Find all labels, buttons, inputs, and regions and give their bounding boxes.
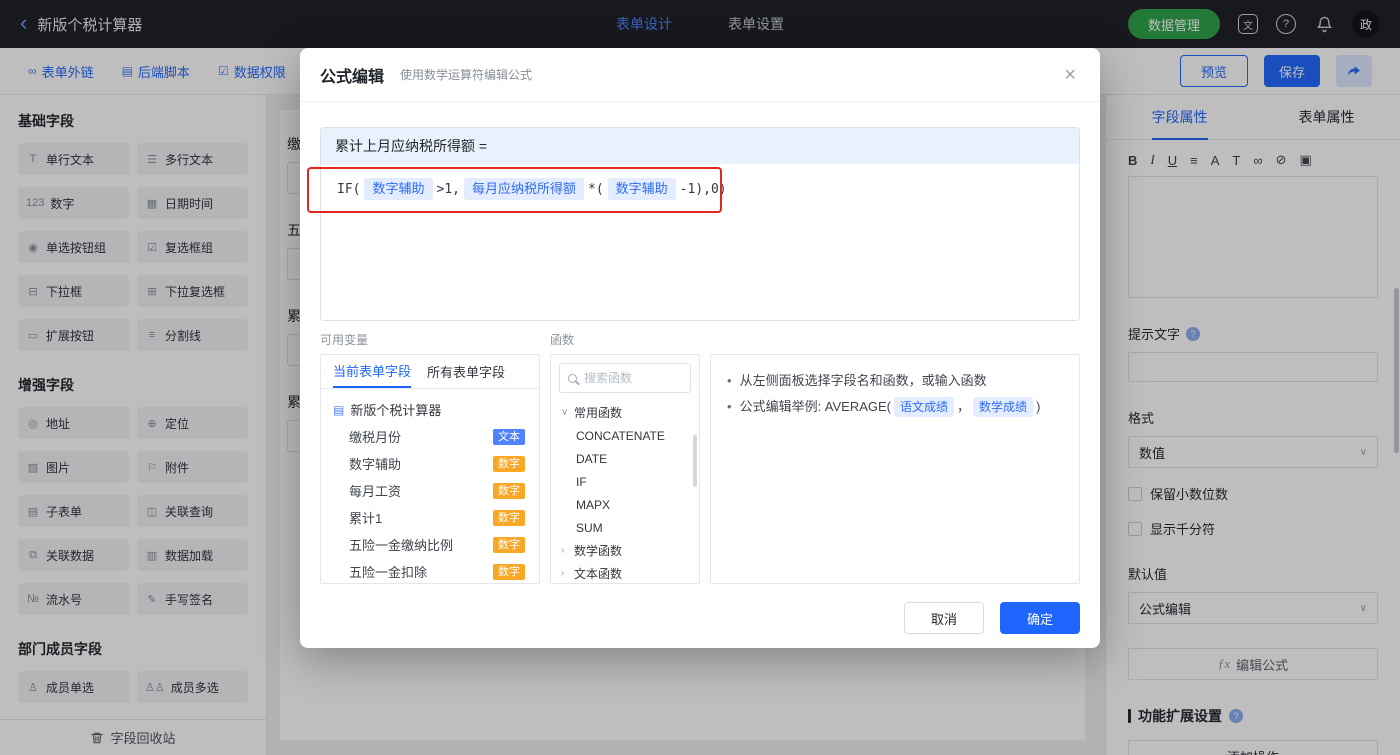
variable-row[interactable]: 累计1 数字 [321, 504, 539, 531]
help-tip: 从左侧面板选择字段名和函数，或输入函数 [739, 373, 987, 388]
dialog-subtitle: 使用数学运算符编辑公式 [400, 68, 533, 82]
function-item[interactable]: CONCATENATE [551, 424, 699, 447]
form-node[interactable]: ▤ 新版个税计算器 [321, 396, 539, 423]
function-item[interactable]: DATE [551, 447, 699, 470]
variable-row[interactable]: 五险一金扣除 数字 [321, 558, 539, 583]
form-icon: ▤ [333, 402, 345, 417]
example-text: ， [957, 399, 971, 414]
formula-input[interactable]: IF(数字辅助 >1, 每月应纳税所得额 *(数字辅助 -1),0) [321, 164, 1079, 320]
function-group-label: 文本函数 [574, 567, 623, 581]
function-search-input[interactable] [584, 371, 682, 385]
variable-name: 五险一金缴纳比例 [349, 538, 454, 553]
scrollbar[interactable] [693, 435, 697, 487]
chevron-down-icon: ∨ [561, 407, 569, 418]
variable-row[interactable]: 每月工资 数字 [321, 477, 539, 504]
function-item[interactable]: IF [551, 470, 699, 493]
type-badge: 数字 [493, 563, 525, 580]
function-group-common[interactable]: ∨ 常用函数 [551, 401, 699, 424]
help-example: 公式编辑举例: AVERAGE(语文成绩，数学成绩) [739, 394, 1041, 420]
formula-token: -1),0) [679, 182, 727, 197]
app: ‹ 新版个税计算器 表单设计 表单设置 数据管理 文 ? 政 ∞ 表单外链 ▤ … [0, 0, 1400, 755]
variable-row[interactable]: 缴税月份 文本 [321, 423, 539, 450]
close-icon[interactable]: × [1064, 65, 1076, 85]
formula-token: >1, [436, 182, 460, 197]
function-group-text[interactable]: › 文本函数 [551, 562, 699, 583]
cancel-button[interactable]: 取消 [904, 602, 984, 634]
function-group-label: 常用函数 [574, 406, 623, 420]
dialog-title: 公式编辑 [320, 68, 385, 86]
type-badge: 数字 [493, 482, 525, 499]
search-icon [568, 373, 577, 383]
type-badge: 文本 [493, 428, 525, 445]
confirm-button[interactable]: 确定 [1000, 602, 1080, 634]
example-text: 公式编辑举例: AVERAGE( [739, 399, 892, 414]
formula-field-pill: 数字辅助 [607, 178, 676, 200]
variables-label: 可用变量 [320, 333, 369, 347]
function-item[interactable]: MAPX [551, 493, 699, 516]
type-badge: 数字 [493, 536, 525, 553]
formula-field-pill: 每月应纳税所得额 [463, 178, 584, 200]
form-node-label: 新版个税计算器 [350, 403, 442, 418]
formula-editor: 累计上月应纳税所得额 = IF(数字辅助 >1, 每月应纳税所得额 *(数字辅助 -1)… [320, 127, 1080, 321]
variable-row[interactable]: 数字辅助 数字 [321, 450, 539, 477]
variable-name: 累计1 [349, 511, 383, 526]
functions-panel: ∨ 常用函数 CONCATENATE DATE IF MAPX SUM › 数学… [550, 354, 700, 584]
variable-name: 五险一金扣除 [349, 565, 428, 580]
variable-name: 缴税月份 [349, 430, 402, 445]
tab-current-form-fields[interactable]: 当前表单字段 [333, 355, 412, 388]
formula-target-field: 累计上月应纳税所得额 = [321, 128, 1079, 164]
type-badge: 数字 [493, 509, 525, 526]
chevron-right-icon: › [561, 568, 565, 579]
function-group-math[interactable]: › 数学函数 [551, 539, 699, 562]
formula-token: *( [588, 182, 604, 197]
formula-token: IF( [337, 182, 361, 197]
function-group-label: 数学函数 [574, 544, 623, 558]
variable-name: 每月工资 [349, 484, 402, 499]
formula-edit-dialog: 公式编辑 使用数学运算符编辑公式 × 累计上月应纳税所得额 = IF(数字辅助 >… [300, 48, 1100, 648]
chevron-right-icon: › [561, 545, 565, 556]
example-field-pill: 语文成绩 [894, 397, 955, 417]
variables-panel: 当前表单字段 所有表单字段 ▤ 新版个税计算器 缴税月份 文本 数字辅助 数字 … [320, 354, 540, 584]
help-panel: 从左侧面板选择字段名和函数，或输入函数 公式编辑举例: AVERAGE(语文成绩… [710, 354, 1080, 584]
type-badge: 数字 [493, 455, 525, 472]
variable-name: 数字辅助 [349, 457, 402, 472]
functions-label: 函数 [550, 333, 575, 347]
function-search[interactable] [559, 363, 691, 393]
example-field-pill: 数学成绩 [973, 397, 1034, 417]
formula-field-pill: 数字辅助 [364, 178, 433, 200]
example-text: ) [1036, 399, 1041, 414]
function-item[interactable]: SUM [551, 516, 699, 539]
tab-all-form-fields[interactable]: 所有表单字段 [427, 355, 505, 388]
variable-row[interactable]: 五险一金缴纳比例 数字 [321, 531, 539, 558]
